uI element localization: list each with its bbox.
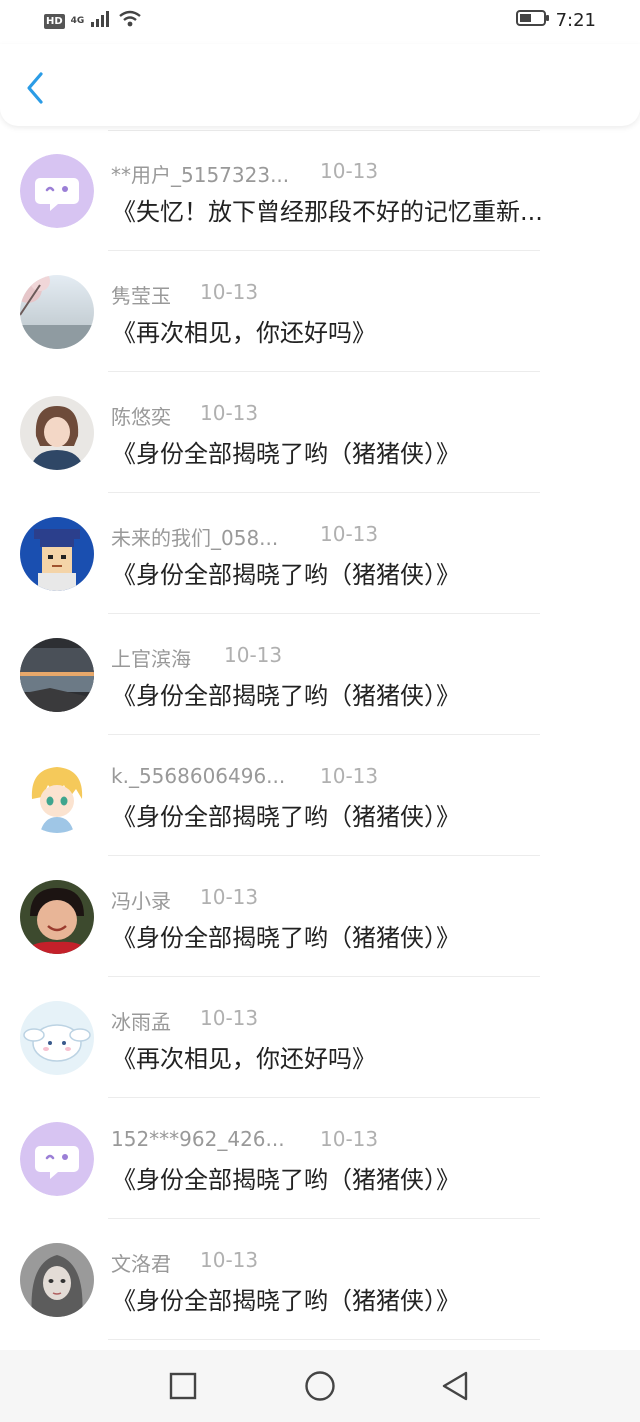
username: 文洛君 [111, 1252, 171, 1276]
status-right: 7:21 [515, 9, 596, 31]
list-item[interactable]: 冰雨孟 10-13 《再次相见，你还好吗》 [0, 977, 640, 1098]
home-circle-icon [305, 1371, 335, 1401]
comment-date: 10-13 [200, 1248, 259, 1272]
default-chat-avatar [20, 1122, 94, 1196]
username: 隽莹玉 [111, 284, 171, 308]
status-left: HD 4G [44, 10, 142, 32]
comment-title: 《失忆！放下曾经那段不好的记忆重新... [112, 198, 543, 226]
status-bar: HD 4G 7:21 [0, 0, 640, 44]
list-item[interactable]: 文洛君 10-13 《身份全部揭晓了哟（猪猪侠）》 [0, 1219, 640, 1340]
comment-title: 《身份全部揭晓了哟（猪猪侠）》 [112, 924, 460, 952]
list-item[interactable]: 隽莹玉 10-13 《再次相见，你还好吗》 [0, 251, 640, 372]
default-chat-avatar [20, 154, 94, 228]
list-item[interactable]: 未来的我们_058... 10-13 《身份全部揭晓了哟（猪猪侠）》 [0, 493, 640, 614]
comment-date: 10-13 [200, 280, 259, 304]
wifi-icon [118, 10, 142, 32]
username: 未来的我们_058... [111, 526, 279, 550]
comment-date: 10-13 [320, 1127, 379, 1151]
girl-photo-avatar [20, 396, 94, 470]
cinnamoroll-avatar [20, 1001, 94, 1075]
comment-title: 《身份全部揭晓了哟（猪猪侠）》 [112, 561, 460, 589]
username: 152***962_426... [111, 1127, 285, 1151]
app-header [0, 44, 640, 126]
username: k._5568606496... [111, 764, 286, 788]
system-nav-bar [0, 1350, 640, 1422]
comment-title: 《再次相见，你还好吗》 [112, 319, 376, 347]
username: 陈悠奕 [111, 405, 171, 429]
comment-title: 《身份全部揭晓了哟（猪猪侠）》 [112, 1166, 460, 1194]
network-type: 4G [70, 16, 85, 26]
back-triangle-icon [442, 1371, 468, 1401]
pixel-graduate-avatar [20, 517, 94, 591]
comment-date: 10-13 [200, 1006, 259, 1030]
hd-badge: HD [44, 13, 65, 29]
back-chevron-icon [27, 72, 43, 104]
list-item[interactable]: 冯小录 10-13 《身份全部揭晓了哟（猪猪侠）》 [0, 856, 640, 977]
comment-title: 《再次相见，你还好吗》 [112, 1045, 376, 1073]
battery-icon [515, 9, 550, 31]
comment-date: 10-13 [224, 643, 283, 667]
recent-apps-square-icon [169, 1372, 197, 1400]
recent-apps-button[interactable] [165, 1368, 201, 1404]
system-back-button[interactable] [437, 1368, 473, 1404]
clock: 7:21 [555, 9, 596, 31]
username: **用户_5157323... [111, 163, 290, 187]
comment-date: 10-13 [320, 522, 379, 546]
comment-date: 10-13 [200, 401, 259, 425]
list-item[interactable]: 152***962_426... 10-13 《身份全部揭晓了哟（猪猪侠）》 [0, 1098, 640, 1219]
seaside-sunset-avatar [20, 638, 94, 712]
home-button[interactable] [302, 1368, 338, 1404]
comment-title: 《身份全部揭晓了哟（猪猪侠）》 [112, 803, 460, 831]
list-item[interactable]: **用户_5157323... 10-13 《失忆！放下曾经那段不好的记忆重新.… [0, 130, 640, 251]
list-item[interactable]: 上官滨海 10-13 《身份全部揭晓了哟（猪猪侠）》 [0, 614, 640, 735]
username: 冰雨孟 [111, 1010, 171, 1034]
illustrated-girl-avatar [20, 1243, 94, 1317]
list-item[interactable]: k._5568606496... 10-13 《身份全部揭晓了哟（猪猪侠）》 [0, 735, 640, 856]
child-photo-avatar [20, 880, 94, 954]
comment-date: 10-13 [320, 159, 379, 183]
comment-title: 《身份全部揭晓了哟（猪猪侠）》 [112, 682, 460, 710]
comment-date: 10-13 [200, 885, 259, 909]
anime-boy-avatar [20, 759, 94, 833]
signal-icon [90, 11, 112, 31]
list-item[interactable]: 陈悠奕 10-13 《身份全部揭晓了哟（猪猪侠）》 [0, 372, 640, 493]
comment-date: 10-13 [320, 764, 379, 788]
comment-list: **用户_5157323... 10-13 《失忆！放下曾经那段不好的记忆重新.… [0, 130, 640, 1340]
username: 上官滨海 [111, 647, 191, 671]
comment-title: 《身份全部揭晓了哟（猪猪侠）》 [112, 440, 460, 468]
back-button[interactable] [18, 68, 52, 108]
username: 冯小录 [111, 889, 171, 913]
blossom-landscape-avatar [20, 275, 94, 349]
comment-title: 《身份全部揭晓了哟（猪猪侠）》 [112, 1287, 460, 1315]
